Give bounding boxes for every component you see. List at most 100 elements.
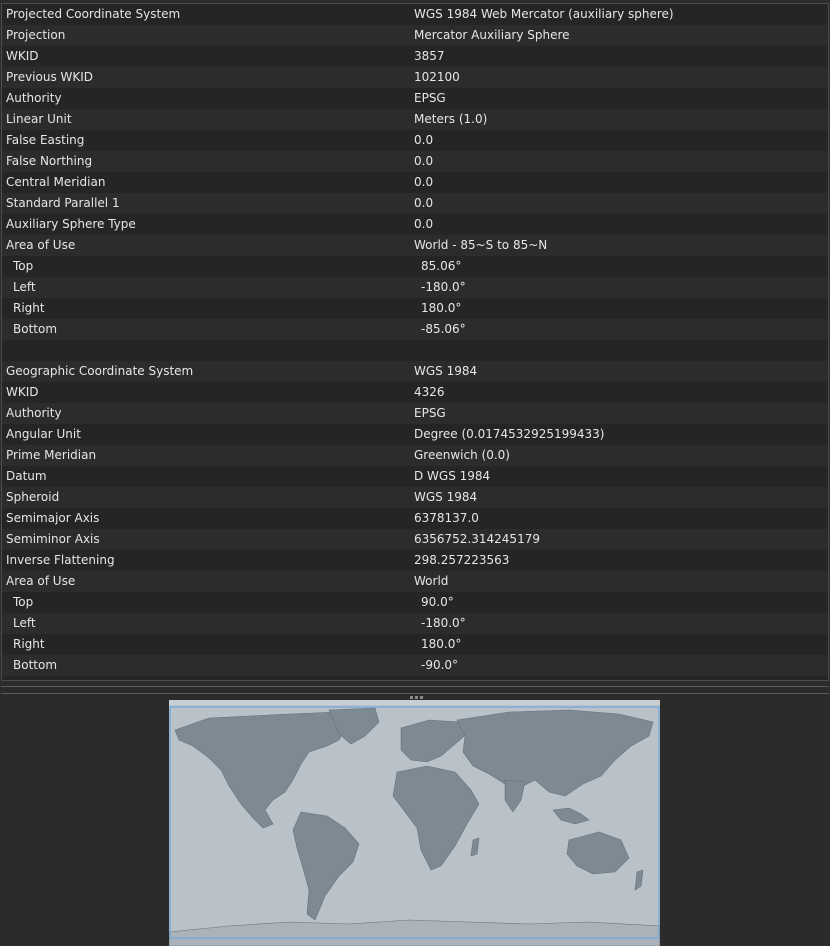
property-value: WGS 1984 bbox=[414, 364, 478, 378]
property-value: World - 85~S to 85~N bbox=[414, 238, 548, 252]
property-value: -85.06° bbox=[421, 322, 466, 336]
property-key: Authority bbox=[6, 91, 62, 105]
property-row[interactable]: Bottom -85.06° bbox=[2, 319, 828, 340]
property-value: Degree (0.0174532925199433) bbox=[414, 427, 605, 441]
property-key: False Easting bbox=[6, 133, 85, 147]
property-key: Bottom bbox=[13, 658, 58, 672]
property-key: Area of Use bbox=[6, 574, 76, 588]
property-value: 0.0 bbox=[414, 154, 434, 168]
property-key: Projected Coordinate System bbox=[6, 7, 181, 21]
property-value: Greenwich (0.0) bbox=[414, 448, 510, 462]
property-value: 0.0 bbox=[414, 133, 434, 147]
property-value: WGS 1984 Web Mercator (auxiliary sphere) bbox=[414, 7, 674, 21]
property-row[interactable]: Right 180.0° bbox=[2, 298, 828, 319]
properties-table: Projected Coordinate System WGS 1984 Web … bbox=[1, 3, 829, 681]
property-key: False Northing bbox=[6, 154, 93, 168]
property-key: Top bbox=[13, 595, 34, 609]
property-value: -180.0° bbox=[421, 280, 466, 294]
property-row[interactable]: Projection Mercator Auxiliary Sphere bbox=[2, 25, 828, 46]
property-row[interactable]: Area of Use World bbox=[2, 571, 828, 592]
property-value: 6378137.0 bbox=[414, 511, 479, 525]
panel-splitter[interactable] bbox=[1, 686, 829, 699]
property-value: D WGS 1984 bbox=[414, 469, 491, 483]
world-map-preview bbox=[169, 700, 660, 946]
property-row[interactable]: Top 90.0° bbox=[2, 592, 828, 613]
property-row[interactable]: WKID 4326 bbox=[2, 382, 828, 403]
property-row[interactable]: Left -180.0° bbox=[2, 277, 828, 298]
property-row[interactable]: False Easting 0.0 bbox=[2, 130, 828, 151]
property-value: 3857 bbox=[414, 49, 445, 63]
property-key: Bottom bbox=[13, 322, 58, 336]
property-value: EPSG bbox=[414, 406, 446, 420]
property-key: WKID bbox=[6, 49, 39, 63]
property-value: 180.0° bbox=[421, 301, 462, 315]
property-key: Linear Unit bbox=[6, 112, 72, 126]
property-row[interactable]: Geographic Coordinate System WGS 1984 bbox=[2, 361, 828, 382]
property-value: 0.0 bbox=[414, 196, 434, 210]
property-key: Area of Use bbox=[6, 238, 76, 252]
property-row[interactable]: Linear Unit Meters (1.0) bbox=[2, 109, 828, 130]
property-key: Prime Meridian bbox=[6, 448, 97, 462]
property-row[interactable]: Projected Coordinate System WGS 1984 Web … bbox=[2, 4, 828, 25]
property-key: Auxiliary Sphere Type bbox=[6, 217, 136, 231]
splitter-line-top bbox=[1, 686, 829, 687]
property-row[interactable]: WKID 3857 bbox=[2, 46, 828, 67]
property-value: -180.0° bbox=[421, 616, 466, 630]
property-row[interactable]: Datum D WGS 1984 bbox=[2, 466, 828, 487]
property-key: Semimajor Axis bbox=[6, 511, 100, 525]
property-key: Right bbox=[13, 301, 45, 315]
property-key: Right bbox=[13, 637, 45, 651]
property-row[interactable]: Right 180.0° bbox=[2, 634, 828, 655]
splitter-line-bottom bbox=[1, 693, 829, 694]
property-value: 102100 bbox=[414, 70, 460, 84]
property-key: Projection bbox=[6, 28, 66, 42]
property-key: Left bbox=[13, 616, 36, 630]
property-row[interactable]: Authority EPSG bbox=[2, 403, 828, 424]
property-row[interactable]: Authority EPSG bbox=[2, 88, 828, 109]
property-row[interactable]: Semimajor Axis 6378137.0 bbox=[2, 508, 828, 529]
property-value: 298.257223563 bbox=[414, 553, 510, 567]
property-key: Top bbox=[13, 259, 34, 273]
property-value: 180.0° bbox=[421, 637, 462, 651]
property-row[interactable]: Bottom -90.0° bbox=[2, 655, 828, 676]
property-value: 4326 bbox=[414, 385, 445, 399]
property-row[interactable]: Central Meridian 0.0 bbox=[2, 172, 828, 193]
property-value: 90.0° bbox=[421, 595, 454, 609]
property-key: Central Meridian bbox=[6, 175, 106, 189]
property-key: Semiminor Axis bbox=[6, 532, 100, 546]
property-value: 85.06° bbox=[421, 259, 462, 273]
property-row[interactable]: Angular Unit Degree (0.0174532925199433) bbox=[2, 424, 828, 445]
property-value: 6356752.314245179 bbox=[414, 532, 540, 546]
property-value: World bbox=[414, 574, 449, 588]
property-row[interactable]: Top 85.06° bbox=[2, 256, 828, 277]
property-row[interactable]: Auxiliary Sphere Type 0.0 bbox=[2, 214, 828, 235]
property-row[interactable]: Previous WKID 102100 bbox=[2, 67, 828, 88]
world-map-icon bbox=[169, 700, 660, 946]
property-value: Mercator Auxiliary Sphere bbox=[414, 28, 570, 42]
property-value: EPSG bbox=[414, 91, 446, 105]
property-value: -90.0° bbox=[421, 658, 459, 672]
property-key: Geographic Coordinate System bbox=[6, 364, 194, 378]
property-row[interactable]: Left -180.0° bbox=[2, 613, 828, 634]
property-key: Datum bbox=[6, 469, 47, 483]
properties-rows: Projected Coordinate System WGS 1984 Web … bbox=[2, 4, 828, 676]
property-key: Standard Parallel 1 bbox=[6, 196, 120, 210]
property-key: WKID bbox=[6, 385, 39, 399]
property-key: Previous WKID bbox=[6, 70, 94, 84]
property-row[interactable]: Spheroid WGS 1984 bbox=[2, 487, 828, 508]
property-row[interactable]: Prime Meridian Greenwich (0.0) bbox=[2, 445, 828, 466]
property-row[interactable]: False Northing 0.0 bbox=[2, 151, 828, 172]
property-key: Authority bbox=[6, 406, 62, 420]
property-key: Inverse Flattening bbox=[6, 553, 115, 567]
property-row[interactable]: Inverse Flattening 298.257223563 bbox=[2, 550, 828, 571]
property-value: WGS 1984 bbox=[414, 490, 478, 504]
property-key: Spheroid bbox=[6, 490, 60, 504]
property-value: 0.0 bbox=[414, 217, 434, 231]
property-value: Meters (1.0) bbox=[414, 112, 488, 126]
property-key: Left bbox=[13, 280, 36, 294]
property-row[interactable]: Standard Parallel 1 0.0 bbox=[2, 193, 828, 214]
splitter-grip-icon[interactable] bbox=[410, 688, 426, 699]
property-value: 0.0 bbox=[414, 175, 434, 189]
property-row[interactable]: Semiminor Axis 6356752.314245179 bbox=[2, 529, 828, 550]
property-row[interactable]: Area of Use World - 85~S to 85~N bbox=[2, 235, 828, 256]
